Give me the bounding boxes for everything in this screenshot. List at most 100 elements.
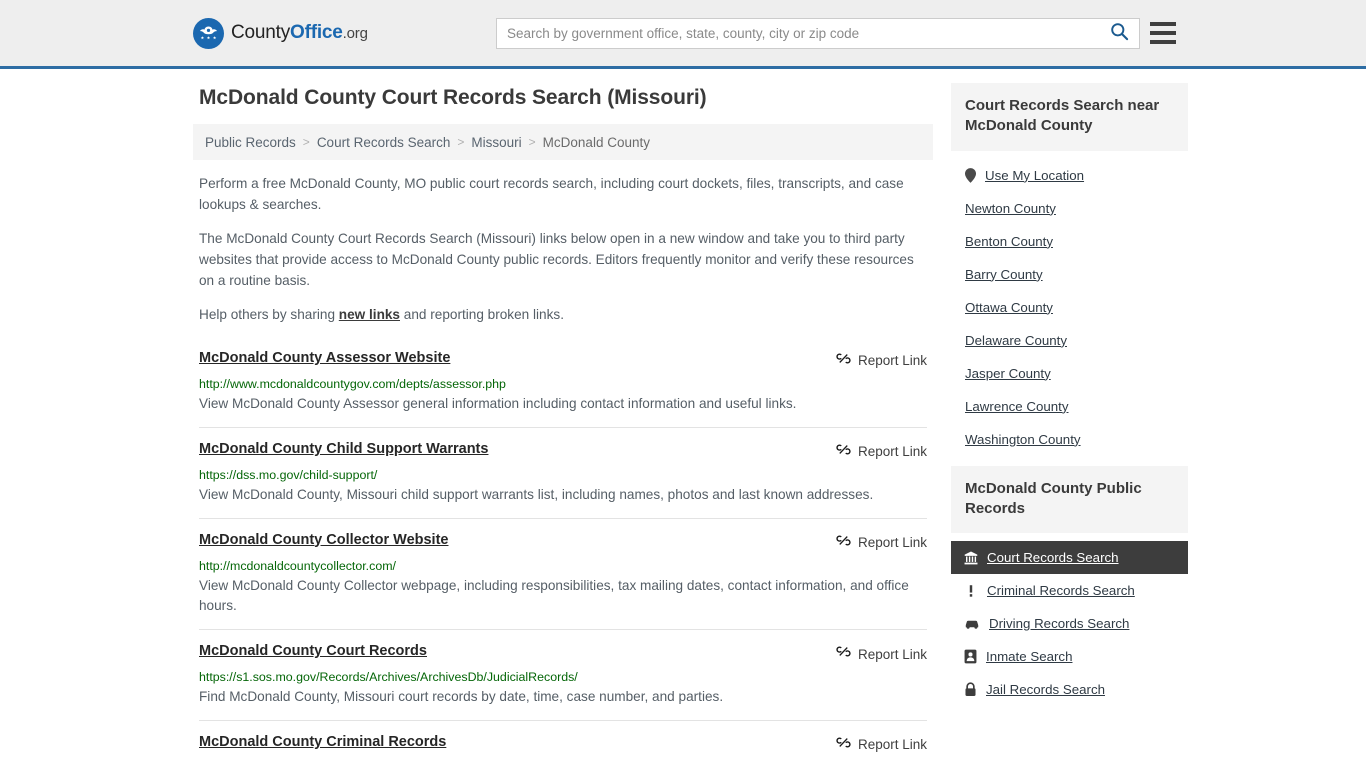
- exclamation-icon: [964, 584, 978, 598]
- new-links-link[interactable]: new links: [339, 307, 400, 322]
- sidebar: Court Records Search near McDonald Count…: [951, 83, 1188, 767]
- result-description: View McDonald County, Missouri child sup…: [199, 486, 874, 502]
- nearby-card-heading: Court Records Search near McDonald Count…: [951, 83, 1188, 151]
- sidebar-link-label[interactable]: Lawrence County: [965, 399, 1068, 414]
- result-item: McDonald County Criminal Records Report …: [199, 719, 927, 767]
- report-link-button[interactable]: Report Link: [836, 532, 927, 553]
- breadcrumb-item-public-records[interactable]: Public Records: [205, 135, 296, 150]
- public-records-card-heading: McDonald County Public Records: [951, 465, 1188, 533]
- sidebar-item-jail-records-search[interactable]: Jail Records Search: [951, 673, 1188, 706]
- result-description: View McDonald County Assessor general in…: [199, 395, 797, 411]
- result-title-link[interactable]: McDonald County Assessor Website: [199, 350, 450, 366]
- sidebar-item-jasper-county[interactable]: Jasper County: [951, 357, 1188, 390]
- sidebar-item-benton-county[interactable]: Benton County: [951, 225, 1188, 258]
- page-body: McDonald County Court Records Search (Mi…: [0, 69, 1366, 767]
- nearby-card: Court Records Search near McDonald Count…: [951, 83, 1188, 456]
- sidebar-item-driving-records-search[interactable]: Driving Records Search: [951, 607, 1188, 640]
- sidebar-link-label[interactable]: Use My Location: [985, 168, 1084, 183]
- search-icon: [1110, 22, 1129, 44]
- result-url: http://www.mcdonaldcountygov.com/depts/a…: [199, 376, 506, 391]
- sidebar-item-lawrence-county[interactable]: Lawrence County: [951, 390, 1188, 423]
- result-url: https://s1.sos.mo.gov/Records/Archives/A…: [199, 670, 578, 685]
- sidebar-link-label[interactable]: Washington County: [965, 432, 1081, 447]
- result-description: Find McDonald County, Missouri court rec…: [199, 689, 724, 705]
- sidebar-link-label[interactable]: Jasper County: [965, 366, 1051, 381]
- result-url: http://mcdonaldcountycollector.com/: [199, 558, 396, 573]
- report-link-button[interactable]: Report Link: [836, 350, 927, 371]
- intro-paragraph-1: Perform a free McDonald County, MO publi…: [199, 176, 904, 212]
- report-link-label: Report Link: [857, 444, 927, 460]
- intro-p3-after: and reporting broken links.: [400, 307, 564, 323]
- sidebar-item-delaware-county[interactable]: Delaware County: [951, 324, 1188, 357]
- page-title: McDonald County Court Records Search (Mi…: [199, 86, 707, 109]
- report-link-label: Report Link: [857, 646, 927, 662]
- lock-icon: [964, 682, 977, 697]
- intro-paragraph-3: Help others by sharing new links and rep…: [199, 305, 927, 326]
- logo-text: CountyOffice.org: [231, 22, 368, 44]
- sidebar-link-label[interactable]: Court Records Search: [987, 550, 1119, 565]
- public-records-card: McDonald County Public Records Court Rec…: [951, 465, 1188, 707]
- sidebar-link-label[interactable]: Newton County: [965, 201, 1056, 216]
- sidebar-link-label[interactable]: Driving Records Search: [989, 616, 1129, 631]
- sidebar-item-court-records-search[interactable]: Court Records Search: [951, 541, 1188, 574]
- sidebar-item-use-my-location[interactable]: Use My Location: [951, 159, 1188, 192]
- breadcrumb: Public Records > Court Records Search > …: [193, 124, 933, 160]
- breadcrumb-separator: >: [528, 135, 536, 149]
- nearby-county-list: Use My Location Newton County Benton Cou…: [951, 151, 1188, 456]
- site-header: CountyOffice.org: [0, 0, 1366, 69]
- logo-text-org: .org: [342, 25, 368, 42]
- sidebar-item-ottawa-county[interactable]: Ottawa County: [951, 291, 1188, 324]
- result-url: https://dss.mo.gov/child-support/: [199, 467, 378, 482]
- result-item: McDonald County Child Support Warrants R…: [199, 426, 927, 518]
- broken-link-icon: [836, 351, 851, 371]
- result-description: View McDonald County Collector webpage, …: [199, 577, 909, 614]
- logo-text-county: County: [231, 22, 291, 43]
- report-link-button[interactable]: Report Link: [836, 441, 927, 462]
- sidebar-item-washington-county[interactable]: Washington County: [951, 423, 1188, 456]
- intro-p3-before: Help others by sharing: [199, 307, 339, 323]
- report-link-label: Report Link: [857, 353, 927, 369]
- result-item: McDonald County Court Records Report Lin…: [199, 629, 927, 720]
- main-column: McDonald County Court Records Search (Mi…: [193, 83, 933, 767]
- breadcrumb-separator: >: [302, 135, 310, 149]
- breadcrumb-item-missouri[interactable]: Missouri: [471, 135, 521, 150]
- sidebar-item-inmate-search[interactable]: Inmate Search: [951, 640, 1188, 673]
- report-link-button[interactable]: Report Link: [836, 643, 927, 664]
- result-title-link[interactable]: McDonald County Collector Website: [199, 532, 448, 548]
- sidebar-link-label[interactable]: Inmate Search: [986, 649, 1072, 664]
- report-link-button[interactable]: Report Link: [836, 734, 927, 755]
- result-title-link[interactable]: McDonald County Child Support Warrants: [199, 441, 488, 457]
- result-item: McDonald County Collector Website Report…: [199, 517, 927, 630]
- breadcrumb-item-mcdonald-county: McDonald County: [542, 134, 650, 150]
- id-badge-icon: [964, 649, 977, 664]
- result-title-link[interactable]: McDonald County Criminal Records: [199, 734, 446, 750]
- search-input[interactable]: [497, 18, 1106, 48]
- intro-text: Perform a free McDonald County, MO publi…: [193, 164, 933, 326]
- sidebar-link-label[interactable]: Delaware County: [965, 333, 1067, 348]
- sidebar-link-label[interactable]: Barry County: [965, 267, 1043, 282]
- search-bar[interactable]: [496, 17, 1140, 49]
- sidebar-item-criminal-records-search[interactable]: Criminal Records Search: [951, 574, 1188, 607]
- public-records-nav: Court Records Search Criminal Records Se…: [951, 533, 1188, 706]
- breadcrumb-item-court-records-search[interactable]: Court Records Search: [317, 135, 451, 150]
- sidebar-item-barry-county[interactable]: Barry County: [951, 258, 1188, 291]
- hamburger-menu-icon[interactable]: [1150, 22, 1176, 44]
- result-title-link[interactable]: McDonald County Court Records: [199, 643, 427, 659]
- results-list: McDonald County Assessor Website Report …: [193, 340, 933, 767]
- sidebar-link-label[interactable]: Criminal Records Search: [987, 583, 1135, 598]
- sidebar-link-label[interactable]: Ottawa County: [965, 300, 1053, 315]
- broken-link-icon: [836, 533, 851, 553]
- broken-link-icon: [836, 644, 851, 664]
- broken-link-icon: [836, 735, 851, 755]
- sidebar-item-newton-county[interactable]: Newton County: [951, 192, 1188, 225]
- courthouse-icon: [964, 551, 978, 565]
- site-logo[interactable]: CountyOffice.org: [193, 17, 368, 49]
- report-link-label: Report Link: [857, 737, 927, 753]
- car-icon: [964, 618, 980, 630]
- sidebar-link-label[interactable]: Benton County: [965, 234, 1053, 249]
- eagle-emblem-icon: [193, 17, 224, 49]
- search-button[interactable]: [1106, 22, 1139, 44]
- sidebar-link-label[interactable]: Jail Records Search: [986, 682, 1105, 697]
- logo-text-office: Office: [290, 22, 343, 43]
- intro-paragraph-2: The McDonald County Court Records Search…: [199, 231, 914, 288]
